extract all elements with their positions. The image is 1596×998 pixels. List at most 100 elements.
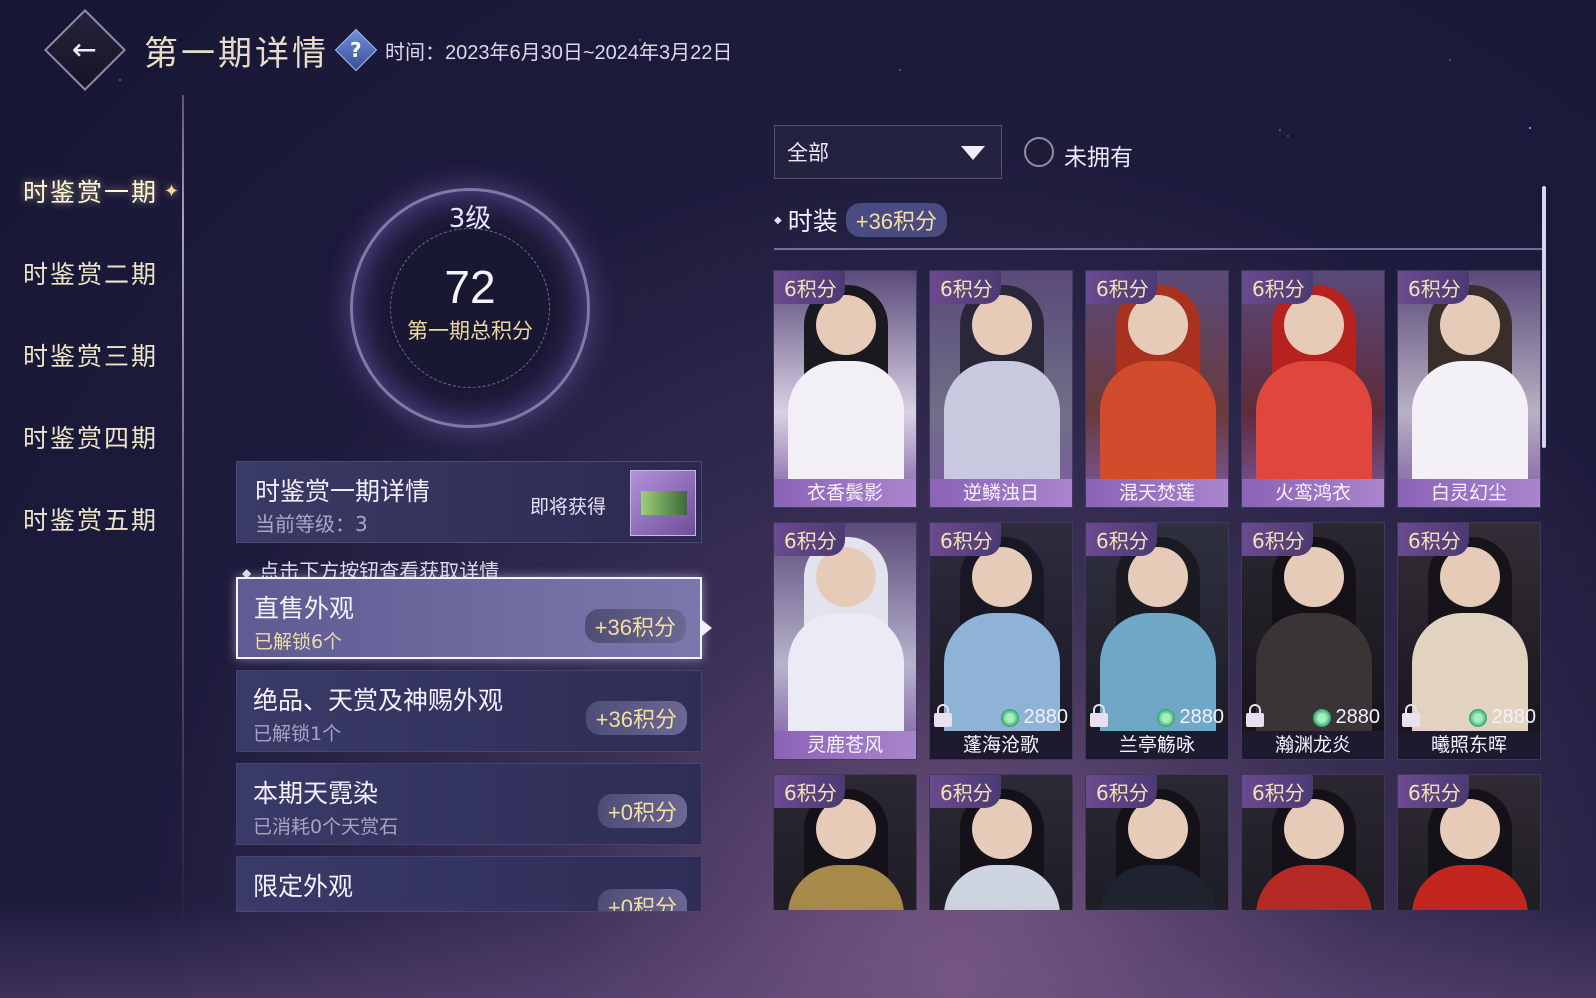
outfit-card[interactable]: 6积分曦照东晖 2880 — [1397, 522, 1541, 760]
lock-icon — [1402, 704, 1420, 727]
outfit-card[interactable]: 6积分 蓬海沧歌 2880 — [929, 522, 1073, 760]
outfit-card[interactable]: 6积分逆鳞浊日 — [929, 270, 1073, 508]
category-points: +36积分 — [584, 609, 686, 643]
outfit-card[interactable]: 6积分 — [773, 774, 917, 910]
season-detail-card[interactable]: 时鉴赏一期详情 当前等级：3 即将获得 — [236, 461, 702, 543]
outfit-points: 6积分 — [1242, 523, 1313, 556]
outfit-points: 6积分 — [930, 775, 1001, 808]
outfit-name: 曦照东晖 — [1398, 731, 1540, 759]
category-points: +0积分 — [597, 889, 687, 911]
chevron-down-icon — [961, 146, 985, 160]
back-arrow-icon: ← — [72, 32, 98, 68]
outfit-points: 6积分 — [774, 271, 845, 304]
total-score: 72 — [444, 261, 496, 313]
outfit-name: 混天焚莲 — [1086, 479, 1228, 507]
outfit-card[interactable]: 6积分 — [1085, 774, 1229, 910]
lock-icon — [1090, 704, 1108, 727]
outfit-name: 灵鹿苍风 — [774, 731, 916, 759]
back-button[interactable]: ← — [43, 8, 127, 92]
jade-coin-icon — [1156, 708, 1175, 727]
next-reward-thumbnail[interactable] — [630, 470, 696, 536]
active-marker-icon: ✦ — [164, 180, 182, 202]
help-icon[interactable]: ? — [334, 28, 378, 72]
filter-dropdown[interactable]: 全部 — [774, 125, 1002, 179]
header: ← 第一期详情 ? 时间： 2023年6月30日~2024年3月22日 — [43, 8, 733, 92]
outfit-points: 6积分 — [1086, 271, 1157, 304]
outfit-art — [1242, 271, 1384, 507]
outfit-name: 白灵幻尘 — [1398, 479, 1540, 507]
unowned-label[interactable]: 未拥有 — [1064, 138, 1133, 172]
page-title: 第一期详情 — [144, 33, 329, 74]
time-range: 2023年6月30日~2024年3月22日 — [445, 41, 733, 64]
jade-coin-icon — [1000, 708, 1019, 727]
outfit-name: 蓬海沧歌 — [930, 731, 1072, 759]
outfit-points: 6积分 — [1398, 523, 1469, 556]
category-points: +0积分 — [597, 794, 687, 828]
category-premium[interactable]: 绝品、天赏及神赐外观 已解锁1个 +36积分 — [236, 670, 702, 752]
outfit-art — [930, 271, 1072, 507]
outfit-points: 6积分 — [1086, 775, 1157, 808]
outfit-points: 6积分 — [774, 775, 845, 808]
filter-value: 全部 — [787, 141, 829, 165]
level-label: 3级 — [448, 204, 492, 234]
outfit-card[interactable]: 6积分火鸾鸿衣 — [1241, 270, 1385, 508]
category-sub: 已消耗0个天赏石 — [253, 816, 399, 838]
category-sub: 已解锁1个 — [253, 723, 342, 745]
outfit-card[interactable]: 6积分混天焚莲 — [1085, 270, 1229, 508]
nav-item-season-5[interactable]: 时鉴赏五期 — [0, 478, 190, 560]
outfit-card[interactable]: 6积分 兰亭觞咏 2880 — [1085, 522, 1229, 760]
section-points: +36积分 — [845, 203, 948, 237]
outfit-name: 兰亭觞咏 — [1086, 731, 1228, 759]
outfit-art — [1398, 271, 1540, 507]
nav-item-season-3[interactable]: 时鉴赏三期 — [0, 314, 190, 396]
category-title: 限定外观 — [253, 872, 354, 901]
category-title: 本期天霓染 — [253, 779, 379, 808]
diamond-bullet-icon: ◆ — [774, 214, 782, 226]
nav-item-season-1[interactable]: 时鉴赏一期 ✦ — [0, 150, 190, 232]
outfit-card[interactable]: 6积分瀚渊龙炎 2880 — [1241, 522, 1385, 760]
outfit-points: 6积分 — [930, 271, 1001, 304]
outfit-name: 衣香鬓影 — [774, 479, 916, 507]
outfit-points: 6积分 — [930, 523, 1001, 556]
outfit-price: 2880 — [1312, 706, 1380, 729]
category-points: +36积分 — [585, 701, 687, 735]
outfit-price: 2880 — [1468, 706, 1536, 729]
outfit-points: 6积分 — [1398, 271, 1469, 304]
score-ring: 3级 72 第一期总积分 — [330, 180, 610, 430]
outfit-art — [774, 271, 916, 507]
category-direct-sale[interactable]: 直售外观 已解锁6个 +36积分 — [236, 577, 702, 659]
outfit-art — [774, 523, 916, 759]
outfit-card[interactable]: 6积分白灵幻尘 — [1397, 270, 1541, 508]
nav-item-season-2[interactable]: 时鉴赏二期 — [0, 232, 190, 314]
outfit-card[interactable]: 6积分 灵鹿苍风 — [773, 522, 917, 760]
outfit-points: 6积分 — [1398, 775, 1469, 808]
section-divider — [774, 248, 1544, 250]
category-limited[interactable]: 限定外观 +0积分 — [236, 856, 702, 912]
category-sub: 已解锁6个 — [254, 631, 343, 653]
category-dye[interactable]: 本期天霓染 已消耗0个天赏石 +0积分 — [236, 763, 702, 845]
jade-coin-icon — [1468, 708, 1487, 727]
section-header: ◆ 时装 +36积分 — [774, 202, 948, 238]
outfit-card[interactable]: 6积分衣香鬓影 — [773, 270, 917, 508]
total-score-label: 第一期总积分 — [407, 319, 533, 343]
outfit-name: 瀚渊龙炎 — [1242, 731, 1384, 759]
outfit-card[interactable]: 6积分 — [929, 774, 1073, 910]
soon-label: 即将获得 — [530, 496, 607, 518]
detail-title: 时鉴赏一期详情 — [255, 477, 431, 506]
category-title: 绝品、天赏及神赐外观 — [253, 686, 504, 715]
selected-pointer-icon — [702, 620, 712, 636]
outfit-card[interactable]: 6积分 — [1397, 774, 1541, 910]
unowned-radio[interactable] — [1024, 137, 1054, 167]
lock-icon — [1246, 704, 1264, 727]
current-level: 当前等级：3 — [255, 512, 368, 536]
outfit-points: 6积分 — [1242, 271, 1313, 304]
nav-item-season-4[interactable]: 时鉴赏四期 — [0, 396, 190, 478]
bottom-glow — [0, 900, 1596, 998]
time-label: 时间： — [385, 39, 445, 64]
outfit-name: 逆鳞浊日 — [930, 479, 1072, 507]
category-title: 直售外观 — [254, 594, 355, 623]
outfit-price: 2880 — [1156, 706, 1224, 729]
outfit-card[interactable]: 6积分 — [1241, 774, 1385, 910]
lock-icon — [934, 704, 952, 727]
outfit-name: 火鸾鸿衣 — [1242, 479, 1384, 507]
